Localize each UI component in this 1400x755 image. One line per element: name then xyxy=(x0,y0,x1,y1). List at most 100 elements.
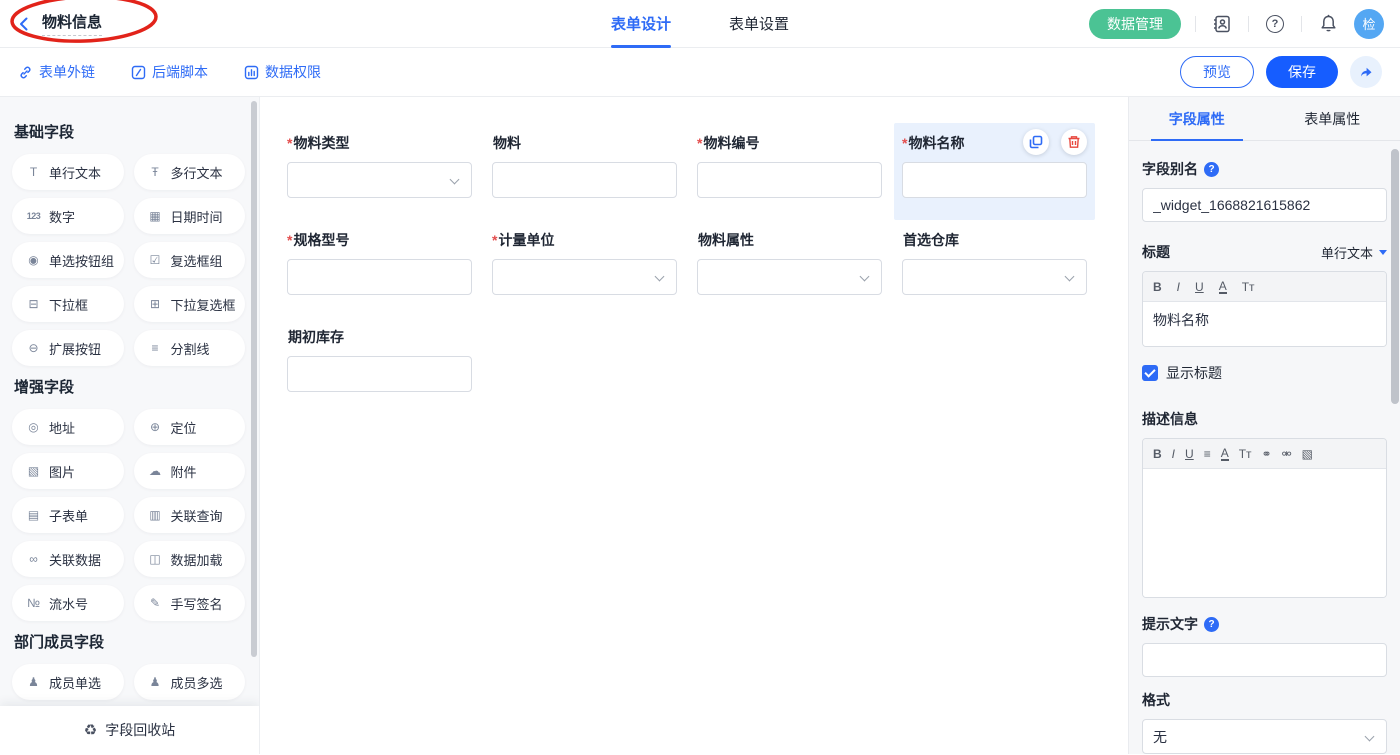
help-icon[interactable]: ? xyxy=(1263,12,1287,36)
help-icon[interactable]: ? xyxy=(1204,162,1219,177)
panel-scrollbar[interactable] xyxy=(1391,149,1399,404)
field-pill-data-load[interactable]: ◫数据加载 xyxy=(134,541,246,577)
italic-button[interactable]: I xyxy=(1172,448,1175,460)
field-pill-checkbox-group[interactable]: ☑复选框组 xyxy=(134,242,246,278)
notification-bell-icon[interactable] xyxy=(1316,12,1340,36)
font-color-button[interactable]: A xyxy=(1219,280,1227,294)
back-button[interactable] xyxy=(16,16,32,32)
field-type-dropdown[interactable]: 单行文本 xyxy=(1321,243,1387,262)
preferred-warehouse-select[interactable] xyxy=(902,259,1087,295)
widget-material[interactable]: 物料 xyxy=(484,123,685,220)
widget-unit[interactable]: *计量单位 xyxy=(484,220,685,317)
field-pill-multi-dropdown[interactable]: ⊞下拉复选框 xyxy=(134,286,246,322)
widget-material-code[interactable]: *物料编号 xyxy=(689,123,890,220)
tab-field-properties[interactable]: 字段属性 xyxy=(1129,97,1265,140)
user-avatar[interactable]: 检 xyxy=(1354,9,1384,39)
chevron-down-icon xyxy=(860,272,870,282)
field-pill-multi-line-text[interactable]: Ŧ多行文本 xyxy=(134,154,246,190)
address-pin-icon: ◎ xyxy=(25,421,42,433)
field-pill-signature[interactable]: ✎手写签名 xyxy=(134,585,246,621)
field-pill-image[interactable]: ▧图片 xyxy=(12,453,124,489)
field-pill-address[interactable]: ◎地址 xyxy=(12,409,124,445)
linked-data-icon: ∞ xyxy=(25,553,42,565)
material-name-input[interactable] xyxy=(902,162,1087,198)
remove-link-icon[interactable]: ⚮ xyxy=(1282,448,1292,460)
bold-button[interactable]: B xyxy=(1153,448,1162,460)
show-title-checkbox[interactable]: 显示标题 xyxy=(1142,363,1387,383)
hint-text-input[interactable] xyxy=(1142,643,1387,677)
field-pill-serial-number[interactable]: №流水号 xyxy=(12,585,124,621)
widget-opening-stock[interactable]: 期初库存 xyxy=(279,317,480,414)
format-select[interactable]: 无 xyxy=(1142,719,1387,754)
calendar-icon: ▦ xyxy=(147,210,164,222)
field-pill-extend-button[interactable]: ⊖扩展按钮 xyxy=(12,330,124,366)
tab-form-properties[interactable]: 表单属性 xyxy=(1265,97,1400,140)
save-button[interactable]: 保存 xyxy=(1266,56,1338,88)
underline-button[interactable]: U xyxy=(1195,281,1204,293)
member-single-icon: ♟ xyxy=(25,676,42,688)
properties-panel: 字段属性 表单属性 字段别名 ? 标题 单行文本 B I U xyxy=(1128,97,1400,754)
widget-spec-model[interactable]: *规格型号 xyxy=(279,220,480,317)
description-editor-content[interactable] xyxy=(1143,469,1386,597)
back-chevron-icon xyxy=(16,16,32,32)
checkbox-checked-icon xyxy=(1142,365,1158,381)
material-type-select[interactable] xyxy=(287,162,472,198)
script-icon xyxy=(131,65,146,80)
field-pill-datetime[interactable]: ▦日期时间 xyxy=(134,198,246,234)
data-manage-button[interactable]: 数据管理 xyxy=(1089,9,1181,39)
unit-select[interactable] xyxy=(492,259,677,295)
widget-material-attr[interactable]: 物料属性 xyxy=(689,220,890,317)
spec-model-input[interactable] xyxy=(287,259,472,295)
field-pill-single-line-text[interactable]: T单行文本 xyxy=(12,154,124,190)
title-editor-content[interactable]: 物料名称 xyxy=(1143,302,1386,346)
tab-form-design[interactable]: 表单设计 xyxy=(611,0,671,48)
font-size-button[interactable]: Tт xyxy=(1239,448,1252,460)
field-pill-number[interactable]: 123数字 xyxy=(12,198,124,234)
field-alias-input[interactable] xyxy=(1142,188,1387,222)
radio-icon: ◉ xyxy=(25,254,42,266)
form-external-link[interactable]: 表单外链 xyxy=(18,62,95,82)
tab-form-settings[interactable]: 表单设置 xyxy=(729,0,789,48)
field-pill-divider[interactable]: ≡分割线 xyxy=(134,330,246,366)
divider xyxy=(1195,16,1196,32)
page-title[interactable]: 物料信息 xyxy=(42,11,102,36)
material-code-input[interactable] xyxy=(697,162,882,198)
font-color-button[interactable]: A xyxy=(1221,447,1229,461)
copy-widget-button[interactable] xyxy=(1023,129,1049,155)
material-input[interactable] xyxy=(492,162,677,198)
material-attr-select[interactable] xyxy=(697,259,882,295)
preview-button[interactable]: 预览 xyxy=(1180,56,1254,88)
delete-widget-button[interactable] xyxy=(1061,129,1087,155)
bold-button[interactable]: B xyxy=(1153,281,1162,293)
multi-line-text-icon: Ŧ xyxy=(147,166,164,178)
extend-button-icon: ⊖ xyxy=(25,342,42,354)
field-pill-location[interactable]: ⊕定位 xyxy=(134,409,246,445)
font-size-button[interactable]: Tт xyxy=(1242,281,1255,293)
field-pill-radio-group[interactable]: ◉单选按钮组 xyxy=(12,242,124,278)
field-pill-dropdown[interactable]: ⊟下拉框 xyxy=(12,286,124,322)
widget-preferred-warehouse[interactable]: 首选仓库 xyxy=(894,220,1095,317)
backend-script-link[interactable]: 后端脚本 xyxy=(131,62,208,82)
sidebar-scrollbar[interactable] xyxy=(251,101,257,657)
opening-stock-input[interactable] xyxy=(287,356,472,392)
field-pill-member-single[interactable]: ♟成员单选 xyxy=(12,664,124,700)
field-pill-attachment[interactable]: ☁附件 xyxy=(134,453,246,489)
widget-material-type[interactable]: *物料类型 xyxy=(279,123,480,220)
main-tabs: 表单设计 表单设置 xyxy=(611,0,789,48)
field-pill-subform[interactable]: ▤子表单 xyxy=(12,497,124,533)
italic-button[interactable]: I xyxy=(1177,281,1180,293)
widget-material-name-selected[interactable]: *物料名称 xyxy=(894,123,1095,220)
insert-link-icon[interactable]: ⚭ xyxy=(1262,448,1272,460)
field-recycle-bin[interactable]: ♻ 字段回收站 xyxy=(0,706,259,754)
underline-button[interactable]: U xyxy=(1185,448,1194,460)
data-permission-link[interactable]: 数据权限 xyxy=(244,62,321,82)
contacts-icon[interactable] xyxy=(1210,12,1234,36)
form-canvas[interactable]: *物料类型 物料 *物料编号 *物料名称 xyxy=(260,97,1128,754)
field-pill-member-multi[interactable]: ♟成员多选 xyxy=(134,664,246,700)
share-button[interactable] xyxy=(1350,56,1382,88)
field-pill-linked-data[interactable]: ∞关联数据 xyxy=(12,541,124,577)
field-pill-linked-query[interactable]: ▥关联查询 xyxy=(134,497,246,533)
insert-image-icon[interactable]: ▧ xyxy=(1302,448,1313,460)
help-icon[interactable]: ? xyxy=(1204,617,1219,632)
align-button[interactable]: ≡ xyxy=(1204,448,1211,460)
